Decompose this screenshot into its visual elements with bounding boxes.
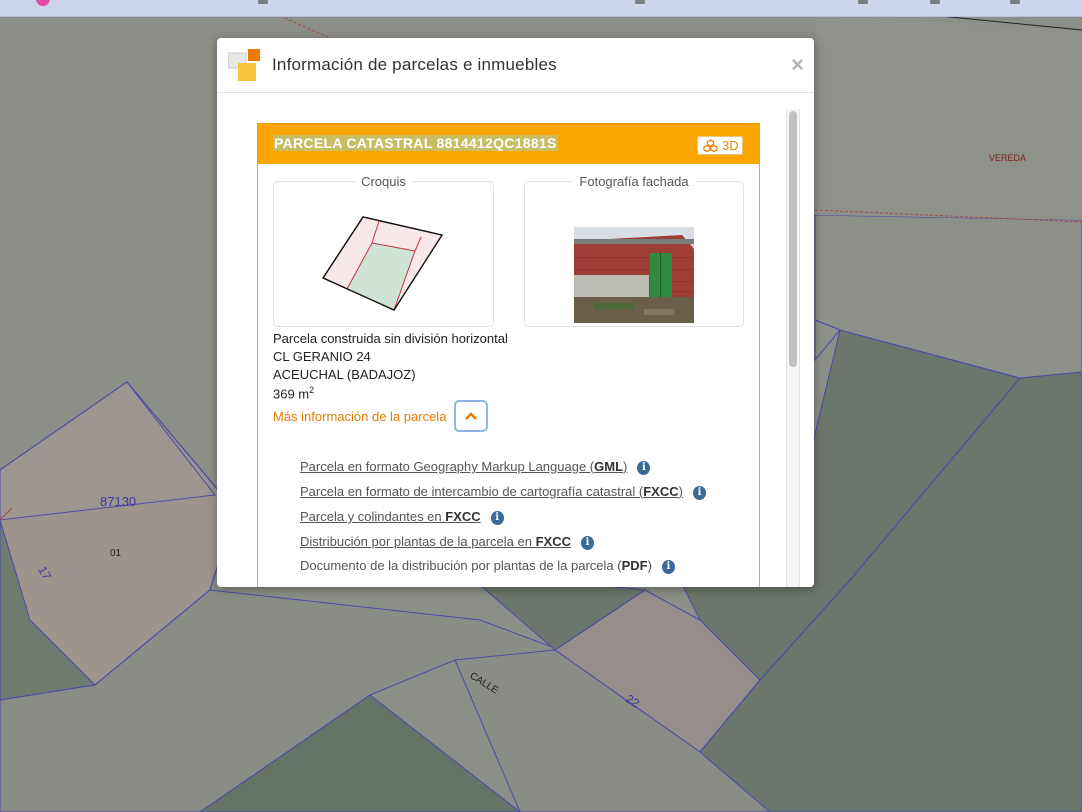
collapse-more-info-button[interactable]	[454, 400, 488, 432]
parcel-area-unit-sup: 2	[309, 385, 315, 395]
link-row-gml: Parcela en formato Geography Markup Lang…	[300, 459, 651, 475]
sketch-panel: Croquis	[273, 174, 494, 327]
parcel-card-header: PARCELA CATASTRAL 8814412QC1881S 3D	[258, 124, 759, 164]
facade-photo-image	[574, 227, 694, 323]
parcel-sketch-image	[322, 216, 444, 311]
plantas-pdf-text[interactable]: Documento de la distribución por plantas…	[300, 558, 652, 573]
close-button[interactable]: ×	[791, 54, 804, 76]
parcel-area-value: 369 m	[273, 386, 310, 402]
fxcc-download-link[interactable]: Parcela en formato de intercambio de car…	[300, 484, 683, 499]
info-icon[interactable]: i	[692, 486, 706, 500]
map-toolbar	[0, 0, 1082, 17]
toolbar-tool-icon[interactable]	[635, 0, 645, 4]
link-row-plantas-fxcc: Distribución por plantas de la parcela e…	[300, 534, 594, 550]
cubes-icon	[703, 139, 718, 152]
view-3d-button[interactable]: 3D	[697, 136, 743, 155]
colindantes-fxcc-link[interactable]: Parcela y colindantes en FXCC	[300, 509, 481, 524]
parcel-card: PARCELA CATASTRAL 8814412QC1881S 3D Croq…	[257, 123, 760, 587]
facade-panel-label: Fotografía fachada	[573, 174, 695, 189]
toolbar-tool-icon[interactable]	[1010, 0, 1020, 4]
dialog-scrollbar[interactable]	[786, 109, 800, 587]
link-row-plantas-pdf: Documento de la distribución por plantas…	[300, 558, 675, 574]
link-row-fxcc: Parcela en formato de intercambio de car…	[300, 484, 706, 500]
dialog-header: Información de parcelas e inmuebles ×	[217, 38, 814, 93]
parcel-info-dialog: Información de parcelas e inmuebles × PA…	[217, 38, 814, 587]
info-icon[interactable]: i	[490, 511, 504, 525]
gml-download-link[interactable]: Parcela en formato Geography Markup Lang…	[300, 459, 627, 474]
catastro-logo-icon	[228, 49, 260, 81]
scrollbar-thumb[interactable]	[789, 111, 797, 367]
toolbar-tool-icon[interactable]	[258, 0, 268, 4]
toolbar-tool-icon[interactable]	[858, 0, 868, 4]
plantas-fxcc-link[interactable]: Distribución por plantas de la parcela e…	[300, 534, 571, 549]
sketch-panel-label: Croquis	[355, 174, 412, 189]
parcel-type-text: Parcela construida sin división horizont…	[273, 331, 508, 346]
toolbar-tool-icon[interactable]	[930, 0, 940, 4]
parcel-area-text: 369 m2	[273, 385, 314, 401]
more-info-link[interactable]: Más información de la parcela	[273, 409, 446, 424]
parcel-title: PARCELA CATASTRAL 8814412QC1881S	[273, 135, 558, 151]
pink-marker-icon[interactable]	[36, 0, 50, 6]
parcel-locality-text: ACEUCHAL (BADAJOZ)	[273, 367, 416, 382]
map-label-vereda: VEREDA	[989, 153, 1027, 163]
info-icon[interactable]: i	[580, 536, 594, 550]
info-icon[interactable]: i	[661, 560, 675, 574]
info-icon[interactable]: i	[637, 461, 651, 475]
facade-photo-panel: Fotografía fachada	[524, 174, 744, 327]
view-3d-label: 3D	[722, 138, 739, 153]
map-parcel-id-label: 87130	[100, 494, 137, 509]
dialog-body[interactable]: PARCELA CATASTRAL 8814412QC1881S 3D Croq…	[217, 93, 814, 587]
map-parcel-number-label: 01	[110, 548, 122, 559]
dialog-title: Información de parcelas e inmuebles	[272, 55, 557, 74]
link-row-colindantes: Parcela y colindantes en FXCC i	[300, 509, 504, 525]
parcel-address-text: CL GERANIO 24	[273, 349, 371, 364]
chevron-up-icon	[465, 412, 477, 420]
